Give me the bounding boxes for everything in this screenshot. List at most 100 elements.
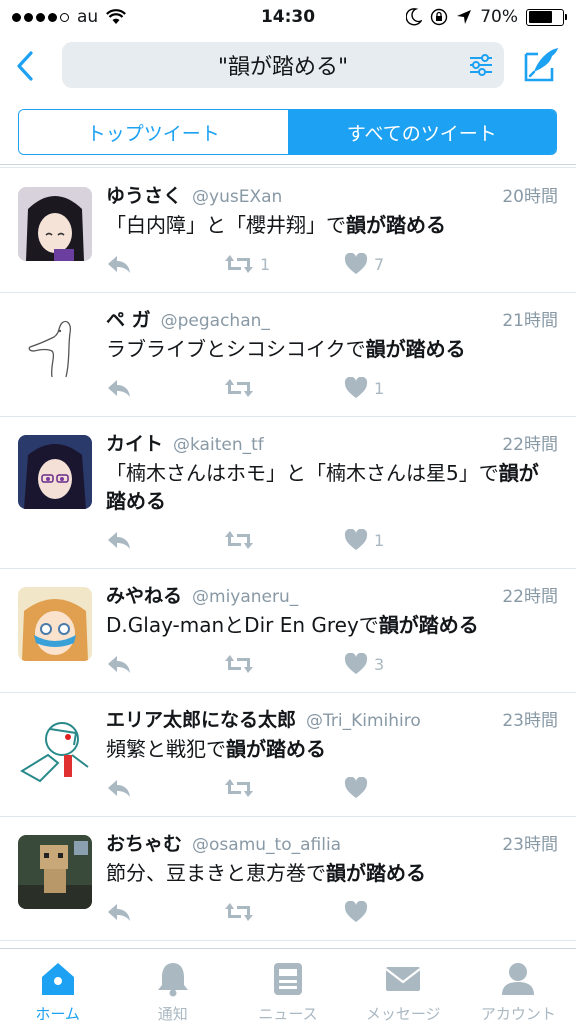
retweet-icon bbox=[225, 531, 253, 549]
author-handle[interactable]: @yusEXan bbox=[192, 187, 282, 207]
like-button[interactable]: 3 bbox=[344, 653, 384, 675]
reply-icon bbox=[108, 256, 130, 273]
author-handle[interactable]: @osamu_to_afilia bbox=[192, 835, 341, 855]
compose-tweet-icon[interactable] bbox=[522, 44, 562, 84]
like-count: 1 bbox=[374, 378, 385, 398]
author-handle[interactable]: @kaiten_tf bbox=[173, 435, 264, 455]
reply-icon bbox=[108, 656, 130, 673]
retweet-button[interactable] bbox=[224, 778, 344, 798]
like-button[interactable]: 1 bbox=[344, 529, 384, 551]
tweet-item[interactable]: ペ ガ @pegachan_ 21時間 ラブライブとシコシコイクで韻が踏める 1 bbox=[0, 293, 576, 417]
author-name[interactable]: おちゃむ bbox=[106, 829, 182, 856]
reply-button[interactable] bbox=[106, 378, 224, 398]
tab-home[interactable]: ホーム bbox=[0, 949, 115, 1024]
filter-settings-icon[interactable] bbox=[468, 52, 494, 78]
bottom-tab-bar: ホーム 通知 ニュース メッセージ アカウント bbox=[0, 948, 576, 1024]
tab-all-tweets[interactable]: すべてのツイート bbox=[287, 110, 556, 154]
avatar[interactable] bbox=[18, 711, 92, 785]
person-icon bbox=[502, 963, 535, 995]
tab-top-tweets[interactable]: トップツイート bbox=[19, 110, 288, 154]
author-name[interactable]: カイト bbox=[106, 429, 163, 456]
tweet-text: D.Glay-manとDir En Greyで韻が踏める bbox=[106, 613, 479, 637]
tweet-text: ラブライブとシコシコイクで韻が踏める bbox=[106, 337, 466, 361]
tweet-item[interactable]: カイト @kaiten_tf 22時間 「楠木さんはホモ」と「楠木さんは星5」で… bbox=[0, 417, 576, 569]
reply-button[interactable] bbox=[106, 778, 224, 798]
tweet-timestamp: 21時間 bbox=[502, 311, 558, 331]
search-highlight: 韻が踏める bbox=[346, 213, 446, 237]
retweet-button[interactable] bbox=[224, 530, 344, 550]
back-button[interactable] bbox=[10, 44, 40, 88]
retweet-icon bbox=[225, 255, 253, 273]
tweet-filter-tabs: トップツイート すべてのツイート bbox=[18, 109, 557, 155]
avatar[interactable] bbox=[18, 835, 92, 909]
retweet-icon bbox=[225, 903, 253, 921]
heart-icon bbox=[344, 377, 368, 398]
author-handle[interactable]: @miyaneru_ bbox=[192, 587, 298, 607]
tab-messages[interactable]: メッセージ bbox=[346, 949, 461, 1024]
reply-icon bbox=[108, 904, 130, 921]
retweet-icon bbox=[225, 779, 253, 797]
author-name[interactable]: ペ ガ bbox=[106, 305, 151, 332]
tweet-item[interactable]: みやねる @miyaneru_ 22時間 D.Glay-manとDir En G… bbox=[0, 569, 576, 693]
tweet-item[interactable]: おちゃむ @osamu_to_afilia 23時間 節分、豆まきと恵方巻で韻が… bbox=[0, 817, 576, 941]
retweet-button[interactable] bbox=[224, 902, 344, 922]
search-highlight: 韻が踏める bbox=[226, 737, 326, 761]
tab-label: メッセージ bbox=[365, 1005, 441, 1023]
like-button[interactable] bbox=[344, 901, 374, 923]
retweet-icon bbox=[225, 655, 253, 673]
search-query: "韻が踏める" bbox=[217, 55, 349, 80]
like-button[interactable] bbox=[344, 777, 374, 799]
author-name[interactable]: エリア太郎になる太郎 bbox=[106, 705, 296, 732]
tweet-item[interactable]: エリア太郎になる太郎 @Tri_Kimihiro 23時間 頻繁と戦犯で韻が踏め… bbox=[0, 693, 576, 817]
avatar[interactable] bbox=[18, 435, 92, 509]
retweet-button[interactable] bbox=[224, 654, 344, 674]
tweet-text: 頻繁と戦犯で韻が踏める bbox=[106, 737, 326, 761]
avatar[interactable] bbox=[18, 587, 92, 661]
search-header: "韻が踏める" bbox=[0, 38, 576, 94]
retweet-button[interactable] bbox=[224, 378, 344, 398]
retweet-icon bbox=[225, 379, 253, 397]
battery-percent: 70% bbox=[480, 7, 518, 27]
tweet-timestamp: 22時間 bbox=[502, 587, 558, 607]
author-name[interactable]: みやねる bbox=[106, 581, 182, 608]
tab-label: 通知 bbox=[157, 1005, 188, 1023]
home-icon bbox=[41, 963, 74, 995]
tab-label: ホーム bbox=[35, 1005, 80, 1023]
tweet-timestamp: 23時間 bbox=[502, 711, 558, 731]
reply-button[interactable] bbox=[106, 530, 224, 550]
reply-button[interactable] bbox=[106, 902, 224, 922]
like-count: 3 bbox=[374, 654, 385, 674]
like-count: 7 bbox=[374, 254, 385, 274]
reply-button[interactable] bbox=[106, 254, 224, 274]
tweet-text: 「楠木さんはホモ」と「楠木さんは星5」で韻が踏める bbox=[106, 461, 539, 513]
tab-label: アカウント bbox=[480, 1005, 556, 1023]
heart-icon bbox=[344, 253, 368, 274]
avatar[interactable] bbox=[18, 187, 92, 261]
author-handle[interactable]: @Tri_Kimihiro bbox=[306, 711, 421, 731]
reply-icon bbox=[108, 532, 130, 549]
avatar[interactable] bbox=[18, 311, 92, 385]
tab-account[interactable]: アカウント bbox=[461, 949, 576, 1024]
tab-news[interactable]: ニュース bbox=[230, 949, 345, 1024]
chevron-left-icon bbox=[17, 51, 33, 81]
author-handle[interactable]: @pegachan_ bbox=[161, 311, 270, 331]
moon-icon bbox=[406, 8, 423, 26]
tweet-timestamp: 22時間 bbox=[502, 435, 558, 455]
tab-label: ニュース bbox=[258, 1005, 318, 1023]
author-name[interactable]: ゆうさく bbox=[106, 181, 182, 208]
heart-icon bbox=[344, 901, 368, 922]
like-button[interactable]: 1 bbox=[344, 377, 384, 399]
tweet-item[interactable]: ゆうさく @yusEXan 20時間 「白内障」と「櫻井翔」で韻が踏める 1 7 bbox=[0, 169, 576, 293]
wifi-icon bbox=[106, 9, 127, 24]
signal-strength-icon bbox=[12, 12, 69, 22]
like-count: 1 bbox=[374, 530, 385, 550]
news-icon bbox=[274, 963, 302, 995]
retweet-button[interactable]: 1 bbox=[224, 254, 344, 274]
reply-button[interactable] bbox=[106, 654, 224, 674]
search-field[interactable]: "韻が踏める" bbox=[62, 42, 504, 88]
tab-notifications[interactable]: 通知 bbox=[115, 949, 230, 1024]
carrier-label: au bbox=[77, 7, 99, 27]
search-highlight: 韻が踏める bbox=[365, 337, 466, 361]
tweet-timestamp: 20時間 bbox=[502, 187, 558, 207]
like-button[interactable]: 7 bbox=[344, 253, 384, 275]
